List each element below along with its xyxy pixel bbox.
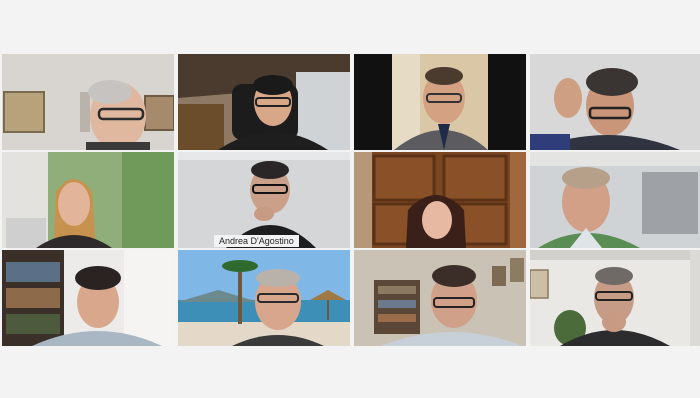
participant-tile-8[interactable] — [530, 152, 700, 248]
participant-tile-1[interactable] — [2, 54, 174, 150]
participant-video-1 — [2, 54, 174, 150]
video-meeting-window: Andrea D'Agostino — [0, 0, 700, 398]
participant-video-7 — [354, 152, 526, 248]
participant-tile-3[interactable] — [354, 54, 526, 150]
participant-tile-2[interactable] — [178, 54, 350, 150]
participant-tile-12[interactable] — [530, 250, 700, 346]
participant-video-6 — [178, 152, 350, 248]
participant-video-3 — [354, 54, 526, 150]
participant-tile-7[interactable] — [354, 152, 526, 248]
participant-tile-11[interactable] — [354, 250, 526, 346]
participant-video-4 — [530, 54, 700, 150]
participant-video-8 — [530, 152, 700, 248]
participant-video-10 — [178, 250, 350, 346]
participant-video-5 — [2, 152, 174, 248]
participant-tile-10[interactable] — [178, 250, 350, 346]
participant-tile-9[interactable] — [2, 250, 174, 346]
participant-tile-5[interactable] — [2, 152, 174, 248]
participant-video-11 — [354, 250, 526, 346]
participant-video-2 — [178, 54, 350, 150]
participant-video-9 — [2, 250, 174, 346]
participant-tile-4[interactable] — [530, 54, 700, 150]
participant-name-6: Andrea D'Agostino — [214, 235, 299, 247]
participant-video-12 — [530, 250, 700, 346]
participant-tile-6[interactable]: Andrea D'Agostino — [178, 152, 350, 248]
participant-gallery: Andrea D'Agostino — [2, 54, 700, 346]
